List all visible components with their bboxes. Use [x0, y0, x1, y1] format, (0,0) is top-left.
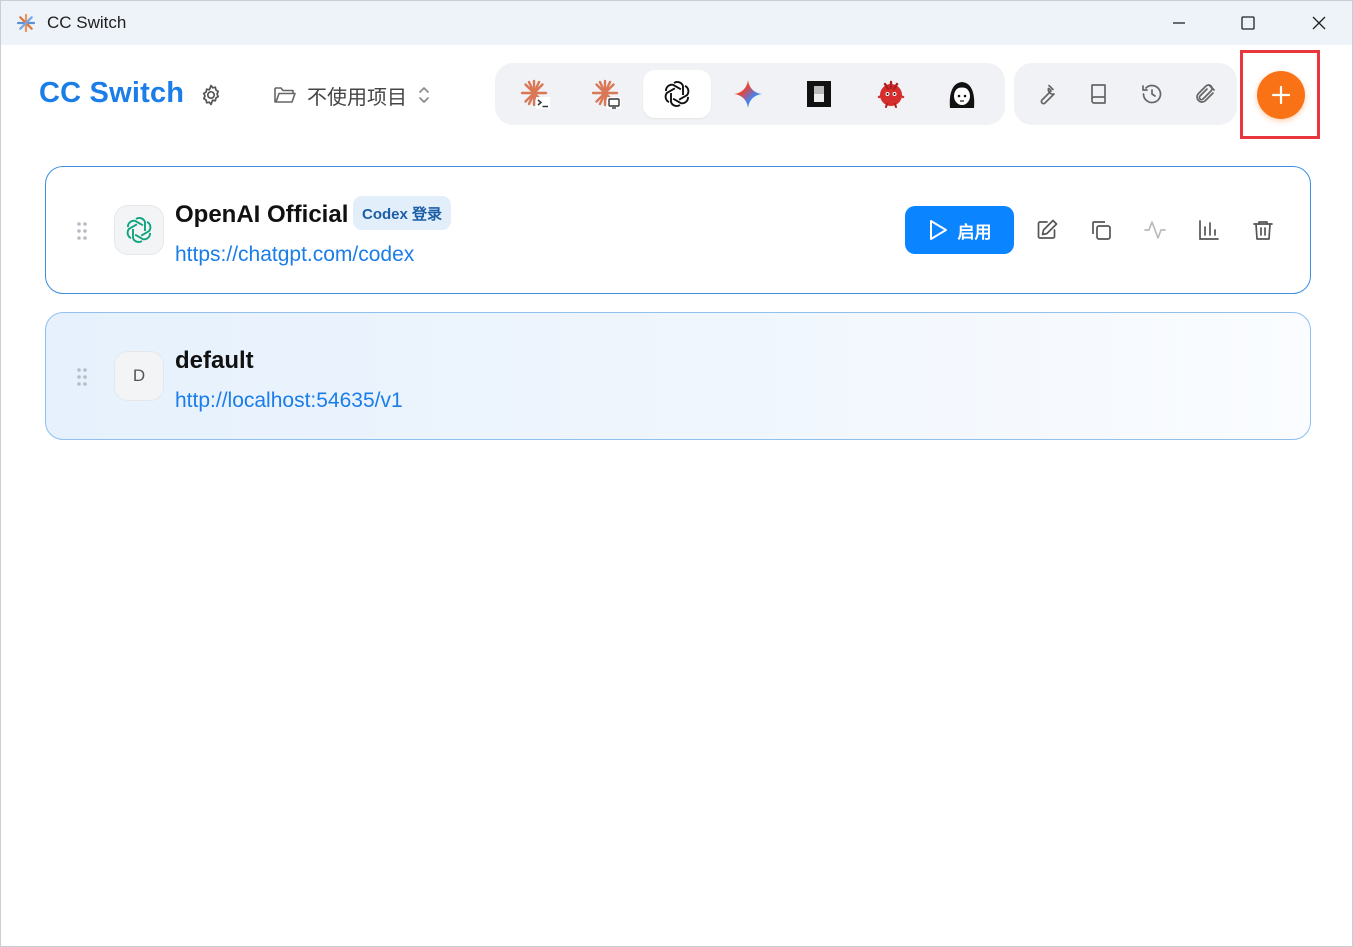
folder-open-icon [274, 87, 296, 103]
chevron-up-down-icon [419, 87, 429, 103]
minimize-button[interactable] [1144, 1, 1214, 45]
project-select[interactable]: 不使用项目 [273, 79, 431, 111]
provider-card[interactable]: D default http://localhost:54635/v1 [45, 312, 1311, 440]
settings-button[interactable] [195, 79, 227, 111]
provider-url[interactable]: http://localhost:54635/v1 [175, 389, 403, 413]
app-switcher [495, 63, 1005, 125]
enable-button[interactable]: 启用 [905, 206, 1014, 254]
openai-icon [126, 217, 152, 243]
trash-icon [1253, 221, 1273, 240]
docs-button[interactable] [1073, 70, 1126, 118]
provider-badge: Codex 登录 [353, 196, 452, 230]
plus-icon [1271, 85, 1291, 105]
provider-avatar: D [114, 351, 164, 401]
claude-terminal-icon [520, 79, 550, 109]
window-title: CC Switch [47, 13, 127, 32]
minimize-icon [1173, 22, 1185, 24]
usage-stats-button[interactable] [1193, 214, 1225, 246]
title-bar: CC Switch [1, 1, 1352, 45]
claude-desktop-icon [591, 79, 621, 109]
duplicate-button[interactable] [1085, 214, 1117, 246]
edit-icon [1037, 219, 1058, 239]
provider-name: OpenAI Official [175, 201, 349, 228]
tools-button[interactable] [1020, 70, 1073, 118]
project-select-label: 不使用项目 [307, 86, 407, 109]
black-square-icon [807, 81, 832, 107]
red-bird-icon [877, 80, 904, 108]
history-icon [1142, 84, 1162, 104]
close-button[interactable] [1284, 1, 1352, 45]
history-button[interactable] [1126, 70, 1179, 118]
tab-claude-desktop[interactable] [572, 70, 640, 118]
provider-card[interactable]: OpenAI Official Codex 登录 https://chatgpt… [45, 166, 1311, 294]
provider-url[interactable]: https://chatgpt.com/codex [175, 243, 414, 267]
edit-button[interactable] [1031, 214, 1063, 246]
copy-icon [1092, 221, 1111, 240]
tab-app-5[interactable] [786, 70, 854, 118]
provider-avatar [114, 205, 164, 255]
close-icon [1312, 16, 1326, 30]
tab-gemini[interactable] [714, 70, 782, 118]
test-latency-button[interactable] [1139, 214, 1171, 246]
drag-handle-icon[interactable] [76, 367, 88, 387]
play-icon [929, 220, 947, 240]
tab-app-6[interactable] [857, 70, 925, 118]
maximize-icon [1241, 16, 1255, 30]
enable-button-label: 启用 [957, 222, 992, 242]
app-window: CC Switch CC Switch 不使用项目 OpenAI Officia… [0, 0, 1353, 947]
bar-chart-icon [1199, 220, 1219, 240]
gear-icon [202, 84, 220, 106]
cc-switch-logo-icon [16, 13, 36, 33]
tab-app-7[interactable] [928, 70, 996, 118]
maximize-button[interactable] [1213, 1, 1283, 45]
avatar-face-icon [949, 82, 974, 108]
gemini-icon [734, 80, 763, 108]
paperclip-icon [1195, 84, 1215, 103]
drag-handle-icon[interactable] [76, 221, 88, 241]
wrench-icon [1040, 84, 1056, 105]
add-provider-button[interactable] [1257, 71, 1305, 119]
tab-claude-cli[interactable] [501, 70, 569, 118]
openai-icon [664, 81, 690, 107]
book-icon [1091, 84, 1106, 104]
activity-icon [1144, 221, 1166, 239]
delete-button[interactable] [1247, 214, 1279, 246]
attachments-button[interactable] [1178, 70, 1231, 118]
toolbar [1014, 63, 1237, 125]
provider-avatar-letter: D [132, 366, 146, 385]
provider-name: default [175, 347, 254, 374]
brand-title: CC Switch [39, 77, 185, 109]
tab-codex[interactable] [643, 70, 711, 118]
